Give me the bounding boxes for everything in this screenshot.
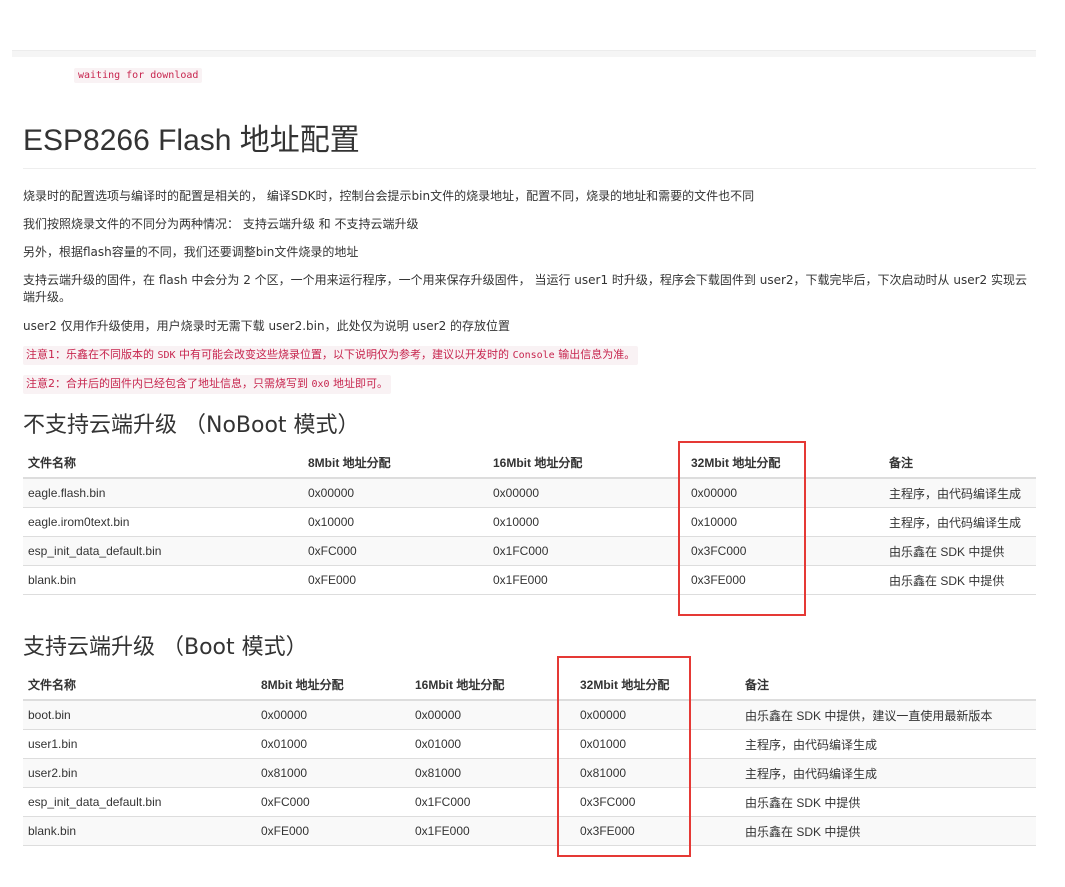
column-header-remark: 备注 xyxy=(740,670,1036,701)
table-header-row: 文件名称 8Mbit 地址分配 16Mbit 地址分配 32Mbit 地址分配 … xyxy=(23,448,1036,479)
note-2-text-a: 注意2：合并后的固件内已经包含了地址信息，只需烧写到 xyxy=(26,377,312,390)
cell-remark: 由乐鑫在 SDK 中提供 xyxy=(884,565,1036,595)
cell-remark: 主程序，由代码编译生成 xyxy=(740,758,1036,788)
column-header-filename: 文件名称 xyxy=(23,448,303,479)
cell-8mbit: 0xFE000 xyxy=(256,816,410,846)
cell-filename: user2.bin xyxy=(23,758,256,788)
cell-32mbit: 0x3FC000 xyxy=(686,536,884,566)
table-row: user2.bin 0x81000 0x81000 0x81000 主程序，由代… xyxy=(23,758,1036,788)
table-row: boot.bin 0x00000 0x00000 0x00000 由乐鑫在 SD… xyxy=(23,700,1036,730)
cell-32mbit: 0x01000 xyxy=(575,729,740,759)
cell-32mbit: 0x00000 xyxy=(575,700,740,730)
page-title: ESP8266 Flash 地址配置 xyxy=(23,124,360,157)
cell-16mbit: 0x1FE000 xyxy=(488,565,686,595)
cell-remark: 由乐鑫在 SDK 中提供 xyxy=(884,536,1036,566)
column-header-remark: 备注 xyxy=(884,448,1036,479)
table-row: eagle.flash.bin 0x00000 0x00000 0x00000 … xyxy=(23,478,1036,508)
note-2-code-address: 0x0 xyxy=(311,379,330,390)
column-header-32mbit: 32Mbit 地址分配 xyxy=(686,448,884,479)
cell-remark: 由乐鑫在 SDK 中提供 xyxy=(740,787,1036,817)
note-1-code-console: Console xyxy=(512,350,555,361)
cell-8mbit: 0x10000 xyxy=(303,507,488,537)
cell-remark: 由乐鑫在 SDK 中提供，建议一直使用最新版本 xyxy=(740,700,1036,730)
note-1-code-sdk: SDK xyxy=(157,350,176,361)
download-status-code: waiting for download xyxy=(74,68,203,83)
cell-32mbit: 0x10000 xyxy=(686,507,884,537)
cell-filename: blank.bin xyxy=(23,816,256,846)
cell-filename: blank.bin xyxy=(23,565,303,595)
cell-8mbit: 0xFC000 xyxy=(303,536,488,566)
cell-32mbit: 0x81000 xyxy=(575,758,740,788)
noboot-address-table: 文件名称 8Mbit 地址分配 16Mbit 地址分配 32Mbit 地址分配 … xyxy=(23,448,1036,595)
cell-filename: eagle.flash.bin xyxy=(23,478,303,508)
column-header-8mbit: 8Mbit 地址分配 xyxy=(256,670,410,701)
cell-8mbit: 0xFC000 xyxy=(256,787,410,817)
table-row: eagle.irom0text.bin 0x10000 0x10000 0x10… xyxy=(23,507,1036,537)
table-row: esp_init_data_default.bin 0xFC000 0x1FC0… xyxy=(23,536,1036,566)
cell-remark: 主程序，由代码编译生成 xyxy=(884,478,1036,508)
noboot-section-title: 不支持云端升级 （NoBoot 模式） xyxy=(23,413,360,438)
cell-32mbit: 0x3FE000 xyxy=(686,565,884,595)
table-row: user1.bin 0x01000 0x01000 0x01000 主程序，由代… xyxy=(23,729,1036,759)
cell-8mbit: 0x01000 xyxy=(256,729,410,759)
note-1-text-c: 输出信息为准。 xyxy=(554,348,636,361)
boot-section-title: 支持云端升级 （Boot 模式） xyxy=(23,635,308,660)
cell-8mbit: 0x00000 xyxy=(256,700,410,730)
boot-address-table: 文件名称 8Mbit 地址分配 16Mbit 地址分配 32Mbit 地址分配 … xyxy=(23,670,1036,846)
column-header-filename: 文件名称 xyxy=(23,670,256,701)
cell-remark: 由乐鑫在 SDK 中提供 xyxy=(740,816,1036,846)
cell-filename: boot.bin xyxy=(23,700,256,730)
note-2-text-b: 地址即可。 xyxy=(329,377,389,390)
cell-16mbit: 0x1FE000 xyxy=(410,816,575,846)
column-header-32mbit: 32Mbit 地址分配 xyxy=(575,670,740,701)
column-header-8mbit: 8Mbit 地址分配 xyxy=(303,448,488,479)
cell-filename: user1.bin xyxy=(23,729,256,759)
table-row: esp_init_data_default.bin 0xFC000 0x1FC0… xyxy=(23,787,1036,817)
cell-32mbit: 0x3FE000 xyxy=(575,816,740,846)
note-2: 注意2：合并后的固件内已经包含了地址信息，只需烧写到 0x0 地址即可。 xyxy=(23,375,392,394)
cell-16mbit: 0x81000 xyxy=(410,758,575,788)
cell-filename: esp_init_data_default.bin xyxy=(23,787,256,817)
cell-32mbit: 0x00000 xyxy=(686,478,884,508)
cell-8mbit: 0x00000 xyxy=(303,478,488,508)
note-1: 注意1：乐鑫在不同版本的 SDK 中有可能会改变这些烧录位置，以下说明仅为参考，… xyxy=(23,346,639,365)
table-row: blank.bin 0xFE000 0x1FE000 0x3FE000 由乐鑫在… xyxy=(23,816,1036,846)
intro-paragraph-2: 我们按照烧录文件的不同分为两种情况： 支持云端升级 和 不支持云端升级 xyxy=(23,217,419,231)
cell-filename: esp_init_data_default.bin xyxy=(23,536,303,566)
cell-16mbit: 0x00000 xyxy=(488,478,686,508)
intro-paragraph-1: 烧录时的配置选项与编译时的配置是相关的， 编译SDK时，控制台会提示bin文件的… xyxy=(23,189,755,203)
cell-32mbit: 0x3FC000 xyxy=(575,787,740,817)
cell-16mbit: 0x00000 xyxy=(410,700,575,730)
cell-16mbit: 0x01000 xyxy=(410,729,575,759)
table-row: blank.bin 0xFE000 0x1FE000 0x3FE000 由乐鑫在… xyxy=(23,565,1036,595)
table-header-row: 文件名称 8Mbit 地址分配 16Mbit 地址分配 32Mbit 地址分配 … xyxy=(23,670,1036,701)
cell-16mbit: 0x1FC000 xyxy=(410,787,575,817)
title-divider xyxy=(23,168,1036,169)
intro-paragraph-3: 另外，根据flash容量的不同，我们还要调整bin文件烧录的地址 xyxy=(23,245,359,259)
cell-remark: 主程序，由代码编译生成 xyxy=(884,507,1036,537)
intro-paragraph-4: 支持云端升级的固件，在 flash 中会分为 2 个区，一个用来运行程序，一个用… xyxy=(23,273,1027,304)
cell-filename: eagle.irom0text.bin xyxy=(23,507,303,537)
top-divider-bar xyxy=(12,50,1036,57)
note-1-text-a: 注意1：乐鑫在不同版本的 xyxy=(26,348,158,361)
cell-16mbit: 0x1FC000 xyxy=(488,536,686,566)
intro-paragraph-5: user2 仅用作升级使用，用户烧录时无需下载 user2.bin，此处仅为说明… xyxy=(23,319,511,333)
cell-8mbit: 0xFE000 xyxy=(303,565,488,595)
column-header-16mbit: 16Mbit 地址分配 xyxy=(488,448,686,479)
column-header-16mbit: 16Mbit 地址分配 xyxy=(410,670,575,701)
cell-16mbit: 0x10000 xyxy=(488,507,686,537)
note-1-text-b: 中有可能会改变这些烧录位置，以下说明仅为参考，建议以开发时的 xyxy=(175,348,513,361)
cell-8mbit: 0x81000 xyxy=(256,758,410,788)
cell-remark: 主程序，由代码编译生成 xyxy=(740,729,1036,759)
